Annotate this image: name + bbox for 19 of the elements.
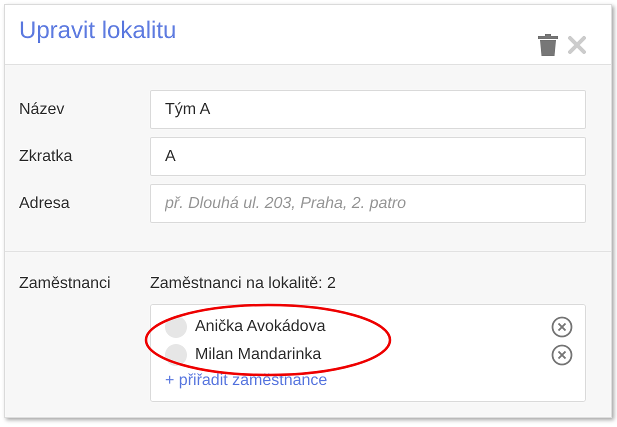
remove-button[interactable] (551, 316, 573, 338)
input-field[interactable]: A (150, 137, 586, 176)
avatar-icon (165, 316, 187, 338)
field-label: Název (19, 100, 66, 120)
delete-button[interactable] (537, 33, 559, 57)
remove-icon (551, 344, 573, 366)
employee-count: Zaměstnanci na lokalitě: 2 (150, 274, 337, 294)
field-label: Zkratka (19, 146, 74, 166)
field-label: Zaměstnanci (19, 274, 112, 294)
close-icon (567, 35, 587, 55)
trash-icon (537, 33, 559, 57)
employee-name: Anička Avokádova (195, 317, 326, 337)
employee-name: Milan Mandarinka (195, 345, 322, 365)
dialog-title: Upravit lokalitu (19, 17, 176, 46)
remove-button[interactable] (551, 344, 573, 366)
input-field[interactable]: Tým A (150, 90, 586, 129)
remove-icon (551, 316, 573, 338)
field-label: Adresa (19, 194, 71, 214)
assign-employee-link[interactable]: + přiřadit zaměstnance (165, 372, 328, 389)
